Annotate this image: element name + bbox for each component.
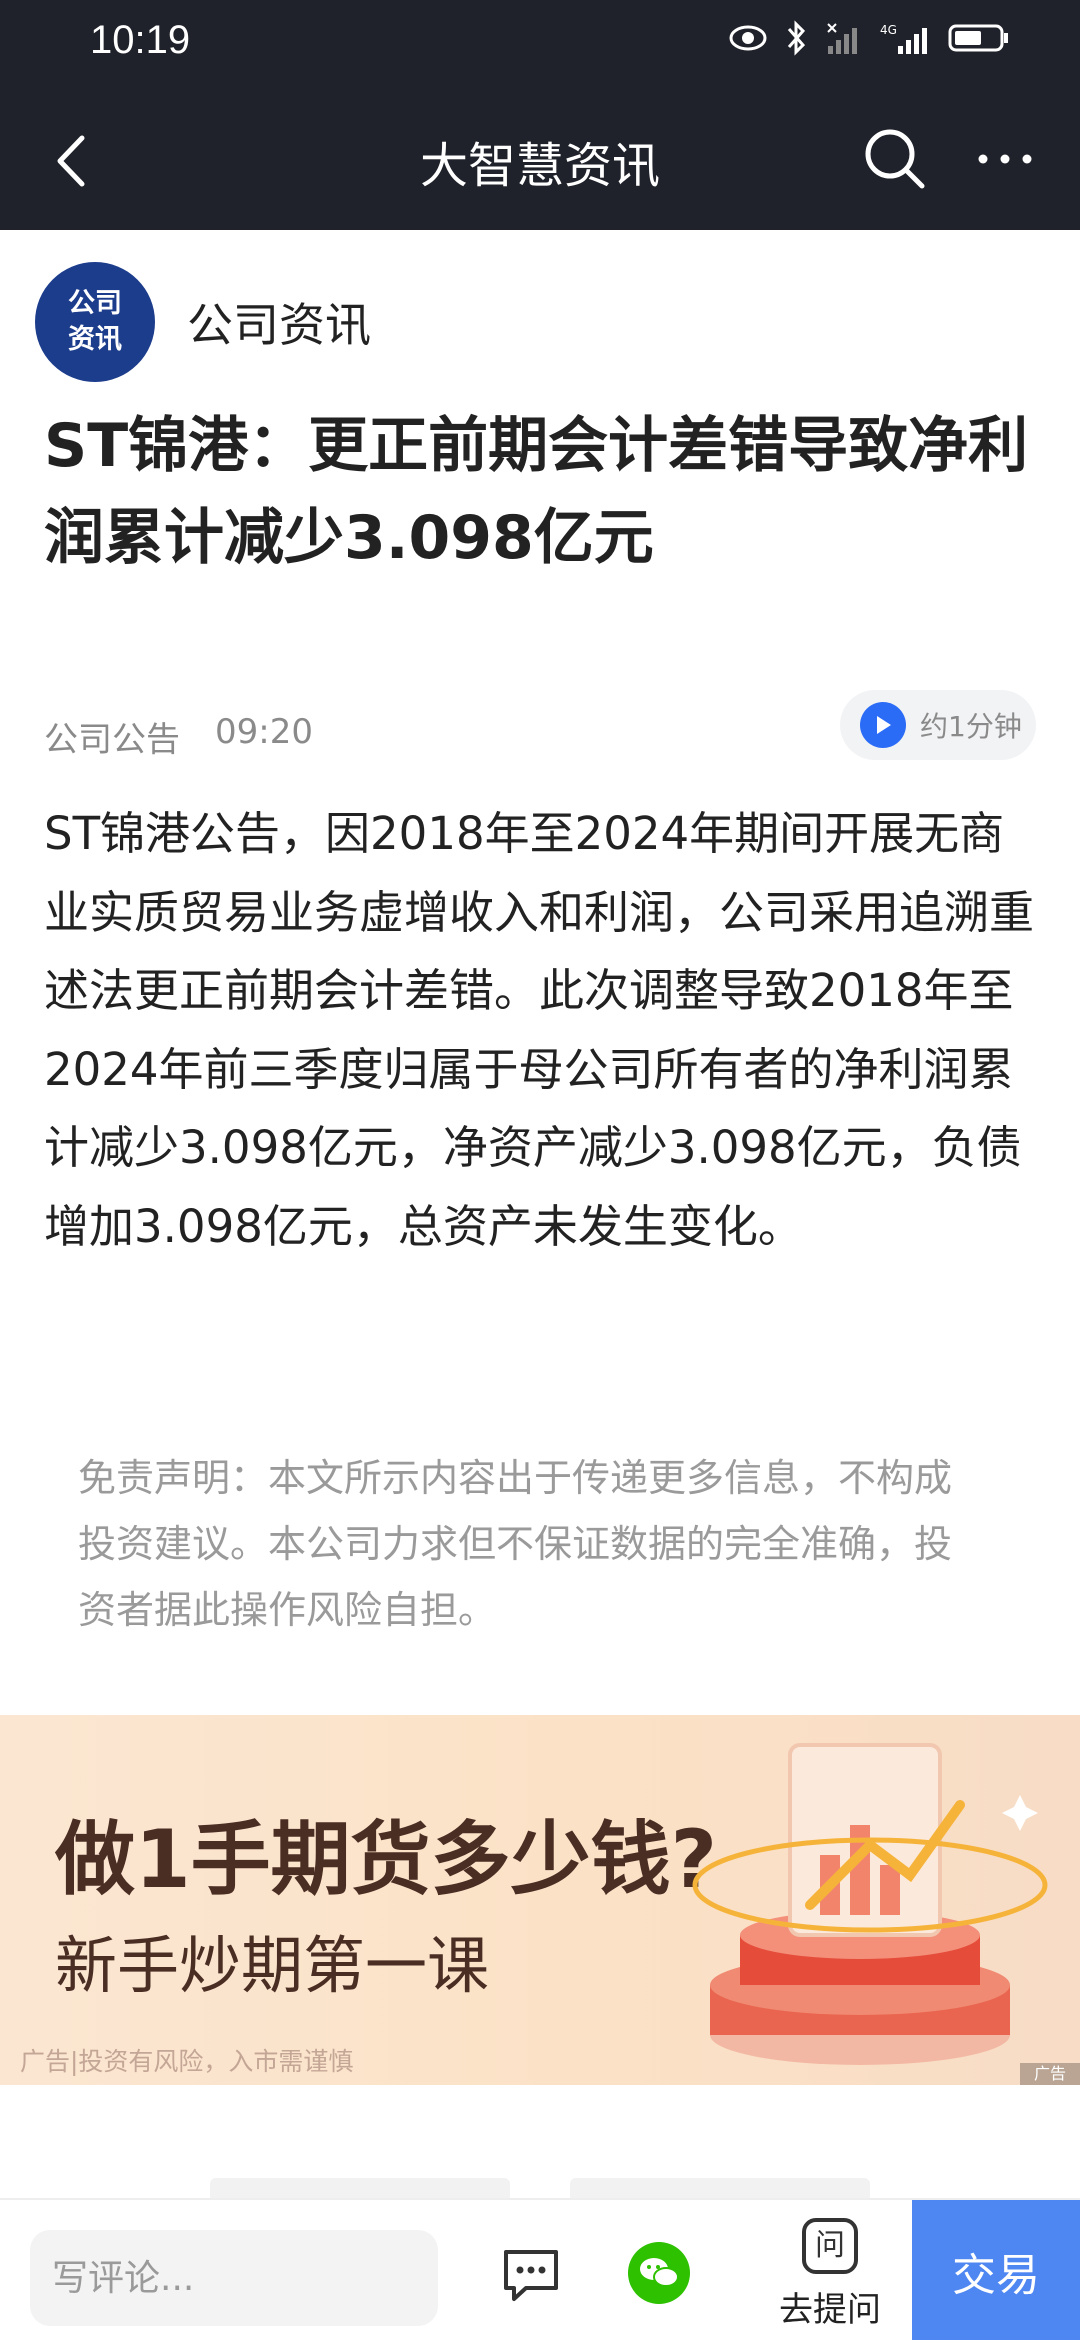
comment-input[interactable] [30,2230,438,2326]
search-button[interactable] [860,124,930,194]
disclaimer: 免责声明：本文所示内容出于传递更多信息，不构成投资建议。本公司力求但不保证数据的… [78,1456,953,1632]
listen-duration: 约1分钟 [920,710,1022,743]
source-logo-line1: 公司 [68,288,122,319]
article-headline: ST锦港：更正前期会计差错导致净利润累计减少3.098亿元 [44,411,1029,573]
comment-button[interactable] [500,2244,562,2306]
battery-icon [948,24,1008,52]
source-logo[interactable]: 公司 资讯 [35,262,155,382]
wechat-icon [640,2258,679,2287]
wechat-share-button[interactable] [628,2242,690,2304]
play-icon [860,702,906,748]
bluetooth-icon [787,20,806,56]
trade-button[interactable]: 交易 [912,2200,1080,2340]
ad-risk-note: 广告|投资有风险，入市需谨慎 [20,2047,354,2076]
svg-text:4G: 4G [880,23,897,37]
ask-question-button[interactable]: 问 去提问 [770,2218,890,2330]
ask-label: 去提问 [779,2290,881,2330]
status-icons: 4G [728,20,1010,56]
bottom-action-bar: 问 去提问 交易 [0,2198,1080,2340]
status-bar: 10:19 4G [0,0,1080,90]
ad-subtitle: 新手炒期第一课 [55,1929,490,2002]
more-button[interactable] [970,124,1040,194]
status-time: 10:19 [90,18,191,62]
article-time: 09:20 [215,712,313,752]
ad-banner[interactable]: 做1手期货多少钱? 新手炒期第一课 广告|投资有风险，入市需谨慎 广告 [0,1715,1080,2085]
ask-icon: 问 [802,2218,858,2274]
4g-signal-icon: 4G [880,23,927,54]
source-row[interactable]: 公司 资讯 公司资讯 [35,262,371,382]
chart-podium-illustration [692,1743,1048,2065]
article-body: ST锦港公告，因2018年至2024年期间开展无商业实质贸易业务虚增收入和利润，… [44,807,1035,1253]
listen-button[interactable]: 约1分钟 [840,690,1036,760]
article-source: 公司公告 [44,720,180,760]
source-logo-line2: 资讯 [68,324,122,355]
eye-icon [729,25,767,51]
source-name[interactable]: 公司资讯 [187,289,371,355]
signal-icon [827,23,857,54]
title-bar: 大智慧资讯 [0,90,1080,230]
ad-title: 做1手期货多少钱? [55,1813,718,1906]
more-icon [978,154,1032,164]
comment-icon [504,2250,558,2301]
search-icon [865,129,925,189]
